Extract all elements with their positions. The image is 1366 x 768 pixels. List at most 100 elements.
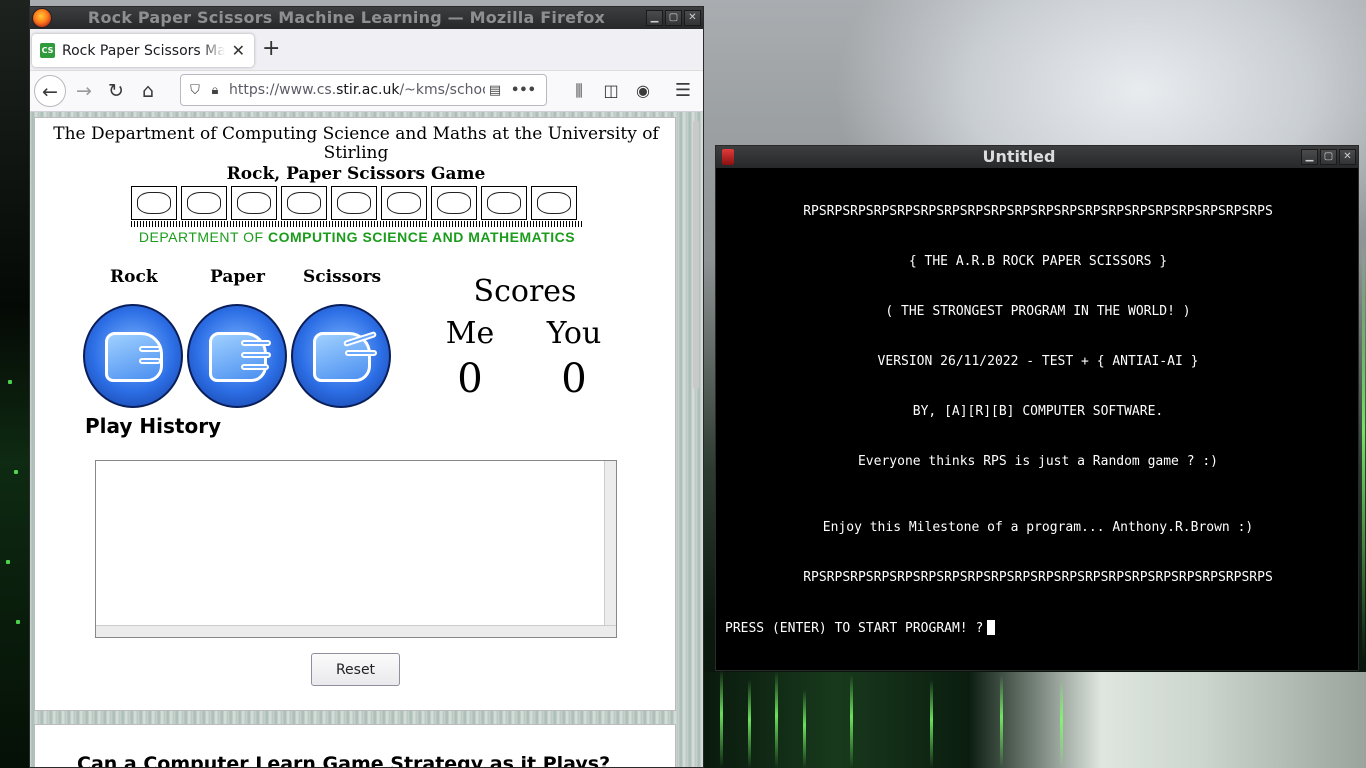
paper-button[interactable] — [187, 304, 287, 408]
firefox-titlebar[interactable]: Rock Paper Scissors Machine Learning — M… — [30, 7, 703, 29]
terminal-line: RPSRPSRPSRPSRPSRPSRPSRPSRPSRPSRPSRPSRPSR… — [803, 204, 1273, 219]
banner-image — [331, 186, 377, 220]
prompt-text: PRESS (ENTER) TO START PROGRAM! ? — [725, 621, 984, 636]
rock-label: Rock — [110, 267, 158, 287]
banner-image — [481, 186, 527, 220]
menu-icon[interactable]: ☰ — [667, 75, 699, 107]
game-title: Rock, Paper Scissors Game — [226, 164, 486, 184]
url-prefix: https://www.cs. — [229, 82, 337, 98]
library-icon[interactable]: ⫼ — [563, 75, 595, 107]
wallpaper-light — [6, 560, 10, 564]
you-label: You — [546, 316, 602, 351]
text-cursor — [987, 620, 996, 635]
tab-label: Rock Paper Scissors Machine Learning — [62, 42, 225, 59]
reset-button[interactable]: Reset — [311, 653, 400, 686]
banner-image — [531, 186, 577, 220]
wallpaper-light — [775, 672, 778, 768]
url-text[interactable]: https://www.cs.stir.ac.uk/~kms/schools/r… — [229, 82, 485, 98]
maximize-button[interactable]: ▢ — [665, 10, 682, 26]
wallpaper-light — [748, 680, 751, 768]
play-history-textarea[interactable] — [95, 460, 617, 638]
dept-heading-line2: Stirling — [323, 143, 389, 163]
reader-icon[interactable]: ▤ — [485, 83, 505, 98]
wallpaper-light — [803, 690, 806, 768]
banner-main: COMPUTING SCIENCE AND MATHEMATICS — [268, 229, 576, 245]
me-label: Me — [445, 316, 495, 351]
terminal-window: Untitled ▁ ▢ ✕ RPSRPSRPSRPSRPSRPSRPSRPSR… — [715, 145, 1359, 671]
finger — [345, 350, 377, 356]
app-icon — [722, 149, 734, 165]
dept-heading-line1: The Department of Computing Science and … — [53, 124, 659, 144]
shield-icon[interactable]: ⛉ — [185, 83, 205, 98]
banner-image — [131, 186, 177, 220]
scissors-button[interactable] — [291, 304, 391, 408]
reload-icon[interactable]: ↻ — [100, 75, 132, 107]
banner-image — [281, 186, 327, 220]
finger — [241, 340, 271, 346]
close-button[interactable]: ✕ — [684, 10, 701, 26]
home-icon[interactable]: ⌂ — [132, 75, 164, 107]
terminal-line: BY, [A][R][B] COMPUTER SOFTWARE. — [912, 404, 1164, 419]
site-favicon-icon: CS — [40, 43, 55, 58]
terminal-titlebar[interactable]: Untitled ▁ ▢ ✕ — [716, 146, 1358, 168]
rock-hand-icon — [105, 332, 163, 382]
terminal-title: Untitled — [982, 147, 1056, 166]
minimize-button[interactable]: ▁ — [1301, 149, 1318, 165]
banner-text: DEPARTMENT OF COMPUTING SCIENCE AND MATH… — [131, 229, 583, 245]
firefox-window: Rock Paper Scissors Machine Learning — M… — [29, 6, 704, 768]
page-scrollbar[interactable] — [690, 112, 702, 767]
forward-icon[interactable]: → — [68, 75, 100, 107]
scissors-label: Scissors — [303, 267, 382, 287]
account-icon[interactable]: ◉ — [627, 75, 659, 107]
finger — [139, 358, 161, 364]
paper-label: Paper — [210, 267, 266, 287]
history-horizontal-scrollbar[interactable] — [96, 625, 616, 637]
tab-rps[interactable]: CS Rock Paper Scissors Machine Learning … — [32, 34, 254, 67]
tab-close-icon[interactable]: ✕ — [232, 41, 245, 60]
page-scrollbar-thumb[interactable] — [693, 120, 699, 390]
banner-images — [131, 186, 583, 220]
banner-image — [231, 186, 277, 220]
url-suffix: /~kms/schools/rps/ — [399, 82, 485, 98]
sidebar-icon[interactable]: ◫ — [595, 75, 627, 107]
finger — [139, 346, 161, 352]
wallpaper-light — [8, 380, 12, 384]
you-score: 0 — [561, 356, 587, 402]
section-heading: Can a Computer Learn Game Strategy as it… — [77, 753, 611, 768]
wallpaper-light — [930, 680, 933, 768]
terminal-output[interactable]: RPSRPSRPSRPSRPSRPSRPSRPSRPSRPSRPSRPSRPSR… — [716, 168, 1358, 670]
wallpaper-light — [1000, 675, 1003, 768]
terminal-line: Everyone thinks RPS is just a Random gam… — [857, 454, 1219, 469]
banner-image — [431, 186, 477, 220]
page-viewport: The Department of Computing Science and … — [30, 112, 703, 768]
window-title: Rock Paper Scissors Machine Learning — M… — [87, 8, 606, 27]
terminal-line: ( THE STRONGEST PROGRAM IN THE WORLD! ) — [885, 304, 1191, 319]
more-icon[interactable]: ••• — [511, 83, 536, 98]
wallpaper-light — [720, 670, 723, 768]
new-tab-icon[interactable]: + — [262, 38, 280, 60]
desktop-wallpaper-strip — [0, 0, 30, 768]
terminal-line: VERSION 26/11/2022 - TEST + { ANTIAI-AI … — [877, 354, 1199, 369]
banner-image — [181, 186, 227, 220]
play-history-heading: Play History — [85, 414, 222, 438]
maximize-button[interactable]: ▢ — [1320, 149, 1337, 165]
terminal-prompt[interactable]: PRESS (ENTER) TO START PROGRAM! ? — [725, 620, 996, 636]
url-bar[interactable]: ⛉ 🔒︎ https://www.cs.stir.ac.uk/~kms/scho… — [180, 74, 547, 106]
wallpaper-light — [1362, 240, 1365, 660]
navigation-toolbar: ← → ↻ ⌂ ⛉ 🔒︎ https://www.cs.stir.ac.uk/~… — [30, 71, 703, 112]
banner-image — [381, 186, 427, 220]
history-vertical-scrollbar[interactable] — [604, 461, 616, 625]
lock-icon[interactable]: 🔒︎ — [205, 83, 225, 98]
close-button[interactable]: ✕ — [1339, 149, 1356, 165]
banner-prefix: DEPARTMENT OF — [138, 229, 268, 245]
info-panel: Can a Computer Learn Game Strategy as it… — [34, 724, 676, 768]
wallpaper-light — [850, 675, 853, 768]
back-icon[interactable]: ← — [34, 75, 66, 107]
terminal-line: { THE A.R.B ROCK PAPER SCISSORS } — [908, 254, 1168, 269]
finger — [241, 352, 271, 358]
rock-button[interactable] — [83, 304, 183, 408]
terminal-line: Enjoy this Milestone of a program... Ant… — [822, 520, 1254, 535]
tab-bar: CS Rock Paper Scissors Machine Learning … — [30, 29, 703, 71]
minimize-button[interactable]: ▁ — [646, 10, 663, 26]
wallpaper-light — [16, 620, 20, 624]
